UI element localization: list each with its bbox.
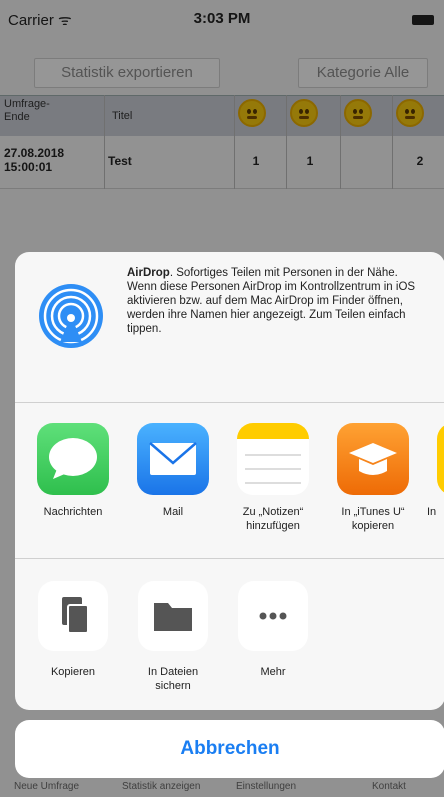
share-sheet: AirDrop. Sofortiges Teilen mit Personen … [15, 252, 444, 710]
action-label: In Dateien sichern [147, 666, 199, 692]
save-to-files-action[interactable]: In Dateien sichern [127, 581, 219, 693]
notes-icon [237, 423, 309, 495]
copy-action[interactable]: Kopieren [27, 581, 119, 679]
more-app-icon [437, 423, 444, 495]
share-apps-row: Nachrichten Mail Zu „Notizen“ hinzufügen… [15, 403, 444, 559]
airdrop-body: . Sofortiges Teilen mit Personen in der … [127, 267, 416, 335]
airdrop-section[interactable]: AirDrop. Sofortiges Teilen mit Personen … [15, 252, 444, 403]
mail-icon [137, 423, 209, 495]
airdrop-title: AirDrop [127, 267, 170, 279]
share-app-itunes-u[interactable]: In „iTunes U“ kopieren [327, 423, 419, 533]
more-dots-icon [238, 581, 308, 651]
folder-icon [138, 581, 208, 651]
more-action[interactable]: Mehr [227, 581, 319, 679]
airdrop-icon [39, 284, 103, 348]
share-app-mail[interactable]: Mail [127, 423, 219, 519]
copy-icon [38, 581, 108, 651]
action-label: Kopieren [50, 666, 96, 678]
share-app-partial[interactable]: In [427, 423, 444, 519]
share-app-label: Zu „Notizen“ hinzufügen [242, 506, 304, 532]
cancel-button[interactable]: Abbrechen [15, 720, 444, 778]
share-app-messages[interactable]: Nachrichten [27, 423, 119, 519]
itunes-u-icon [337, 423, 409, 495]
action-label: Mehr [260, 666, 286, 678]
share-app-label: Nachrichten [43, 506, 103, 518]
share-app-label: In [427, 506, 437, 518]
share-actions-row: Kopieren In Dateien sichern Mehr [15, 559, 444, 710]
share-app-label: In „iTunes U“ kopieren [341, 506, 405, 532]
share-app-label: Mail [162, 506, 184, 518]
airdrop-description: AirDrop. Sofortiges Teilen mit Personen … [127, 266, 427, 336]
messages-icon [37, 423, 109, 495]
share-app-notes[interactable]: Zu „Notizen“ hinzufügen [227, 423, 319, 533]
